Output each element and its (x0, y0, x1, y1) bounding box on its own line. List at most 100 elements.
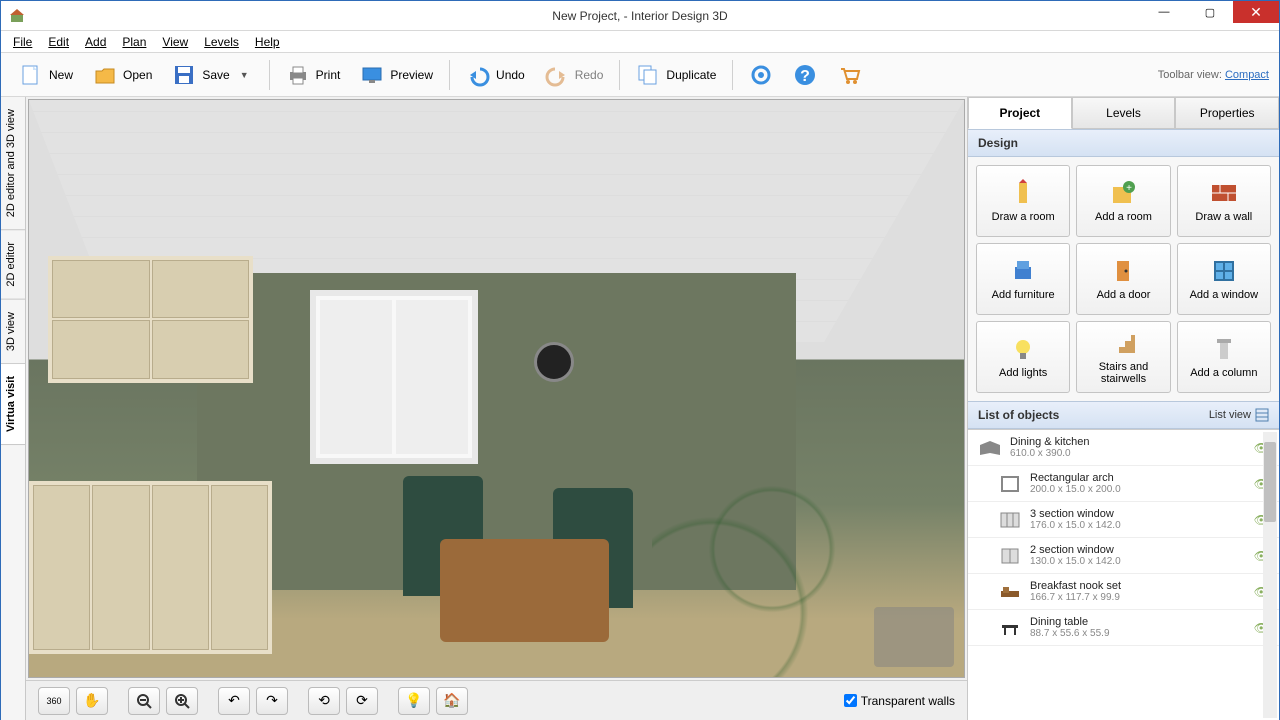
duplicate-button[interactable]: Duplicate (626, 59, 726, 91)
3d-render[interactable] (28, 99, 965, 678)
list-item[interactable]: Rectangular arch200.0 x 15.0 x 200.0 👁 (968, 466, 1279, 502)
cart-button[interactable] (827, 59, 871, 91)
furniture-icon (1009, 257, 1037, 285)
lighting-button[interactable]: 💡 (398, 687, 430, 715)
titlebar: New Project, - Interior Design 3D — ▢ ✕ (1, 1, 1279, 31)
rotate-360-button[interactable]: 360 (38, 687, 70, 715)
view-toolbar: 360 ✋ ↶ ↷ ⟲ ⟳ 💡 🏠 Transparent walls (26, 680, 967, 720)
save-button[interactable]: Save▼ (162, 59, 262, 91)
cart-icon (837, 63, 861, 87)
save-dropdown[interactable]: ▼ (236, 70, 253, 80)
list-item[interactable]: 3 section window176.0 x 15.0 x 142.0 👁 (968, 502, 1279, 538)
menu-help[interactable]: Help (247, 33, 288, 51)
viewport: 360 ✋ ↶ ↷ ⟲ ⟳ 💡 🏠 Transparent walls (26, 97, 967, 720)
menubar: File Edit Add Plan View Levels Help (1, 31, 1279, 53)
draw-room-button[interactable]: Draw a room (976, 165, 1070, 237)
new-button[interactable]: New (9, 59, 83, 91)
scrollbar[interactable] (1263, 432, 1277, 718)
zoom-out-button[interactable] (128, 687, 160, 715)
gear-icon (749, 63, 773, 87)
add-door-button[interactable]: Add a door (1076, 243, 1170, 315)
orbit-right-button[interactable]: ⟳ (346, 687, 378, 715)
add-column-button[interactable]: Add a column (1177, 321, 1271, 393)
menu-add[interactable]: Add (77, 33, 114, 51)
menu-plan[interactable]: Plan (114, 33, 154, 51)
vtab-3d[interactable]: 3D view (1, 300, 25, 364)
rotate-right-button[interactable]: ↷ (256, 687, 288, 715)
minimize-button[interactable]: — (1141, 1, 1187, 23)
list-view-icon[interactable] (1255, 408, 1269, 422)
toolbar: New Open Save▼ Print Preview Undo Redo D… (1, 53, 1279, 97)
svg-text:+: + (1127, 183, 1133, 194)
objects-header: List of objects List view (968, 401, 1279, 429)
menu-levels[interactable]: Levels (196, 33, 247, 51)
view-tabs: 2D editor and 3D view 2D editor 3D view … (1, 97, 26, 720)
stairs-icon (1109, 329, 1137, 357)
vtab-virtual-visit[interactable]: Virtua visit (1, 364, 25, 445)
nav-cube[interactable] (874, 607, 954, 667)
redo-icon (545, 63, 569, 87)
furniture-icon (998, 583, 1022, 601)
undo-button[interactable]: Undo (456, 59, 535, 91)
add-furniture-button[interactable]: Add furniture (976, 243, 1070, 315)
door-icon (1109, 257, 1137, 285)
svg-text:?: ? (801, 68, 811, 85)
window-title: New Project, - Interior Design 3D (552, 9, 727, 23)
add-room-button[interactable]: +Add a room (1076, 165, 1170, 237)
open-button[interactable]: Open (83, 59, 162, 91)
help-icon: ? (793, 63, 817, 87)
object-list: Dining & kitchen610.0 x 390.0 👁 Rectangu… (968, 429, 1279, 720)
column-icon (1210, 335, 1238, 363)
vtab-2d-3d[interactable]: 2D editor and 3D view (1, 97, 25, 230)
stairs-button[interactable]: Stairs and stairwells (1076, 321, 1170, 393)
save-icon (172, 63, 196, 87)
add-window-button[interactable]: Add a window (1177, 243, 1271, 315)
vtab-2d[interactable]: 2D editor (1, 230, 25, 300)
sidebar: Project Levels Properties Design Draw a … (967, 97, 1279, 720)
tab-levels[interactable]: Levels (1072, 97, 1176, 129)
light-icon (1009, 335, 1037, 363)
arch-icon (998, 475, 1022, 493)
menu-edit[interactable]: Edit (40, 33, 77, 51)
add-room-icon: + (1109, 179, 1137, 207)
window-icon (998, 547, 1022, 565)
orbit-left-button[interactable]: ⟲ (308, 687, 340, 715)
tab-properties[interactable]: Properties (1175, 97, 1279, 129)
draw-wall-button[interactable]: Draw a wall (1177, 165, 1271, 237)
list-item[interactable]: Dining table88.7 x 55.6 x 55.9 👁 (968, 610, 1279, 646)
window-icon (1210, 257, 1238, 285)
settings-button[interactable] (739, 59, 783, 91)
new-icon (19, 63, 43, 87)
table-icon (998, 619, 1022, 637)
preview-button[interactable]: Preview (350, 59, 443, 91)
zoom-in-button[interactable] (166, 687, 198, 715)
wall-icon (1210, 179, 1238, 207)
rotate-left-button[interactable]: ↶ (218, 687, 250, 715)
app-icon (9, 8, 25, 24)
transparent-walls-checkbox[interactable]: Transparent walls (844, 694, 955, 708)
room-3d-icon (978, 439, 1002, 457)
redo-button[interactable]: Redo (535, 59, 614, 91)
list-view-link[interactable]: List view (1209, 409, 1251, 421)
undo-icon (466, 63, 490, 87)
open-icon (93, 63, 117, 87)
list-item[interactable]: Dining & kitchen610.0 x 390.0 👁 (968, 430, 1279, 466)
print-icon (286, 63, 310, 87)
duplicate-icon (636, 63, 660, 87)
menu-view[interactable]: View (154, 33, 196, 51)
maximize-button[interactable]: ▢ (1187, 1, 1233, 23)
add-lights-button[interactable]: Add lights (976, 321, 1070, 393)
home-button[interactable]: 🏠 (436, 687, 468, 715)
print-button[interactable]: Print (276, 59, 351, 91)
list-item[interactable]: 2 section window130.0 x 15.0 x 142.0 👁 (968, 538, 1279, 574)
help-button[interactable]: ? (783, 59, 827, 91)
design-header: Design (968, 129, 1279, 157)
pan-button[interactable]: ✋ (76, 687, 108, 715)
window-icon (998, 511, 1022, 529)
toolbar-view-label: Toolbar view: Compact (1158, 69, 1269, 81)
tab-project[interactable]: Project (968, 97, 1072, 129)
menu-file[interactable]: File (5, 33, 40, 51)
toolbar-view-link[interactable]: Compact (1225, 69, 1269, 81)
close-button[interactable]: ✕ (1233, 1, 1279, 23)
list-item[interactable]: Breakfast nook set166.7 x 117.7 x 99.9 👁 (968, 574, 1279, 610)
